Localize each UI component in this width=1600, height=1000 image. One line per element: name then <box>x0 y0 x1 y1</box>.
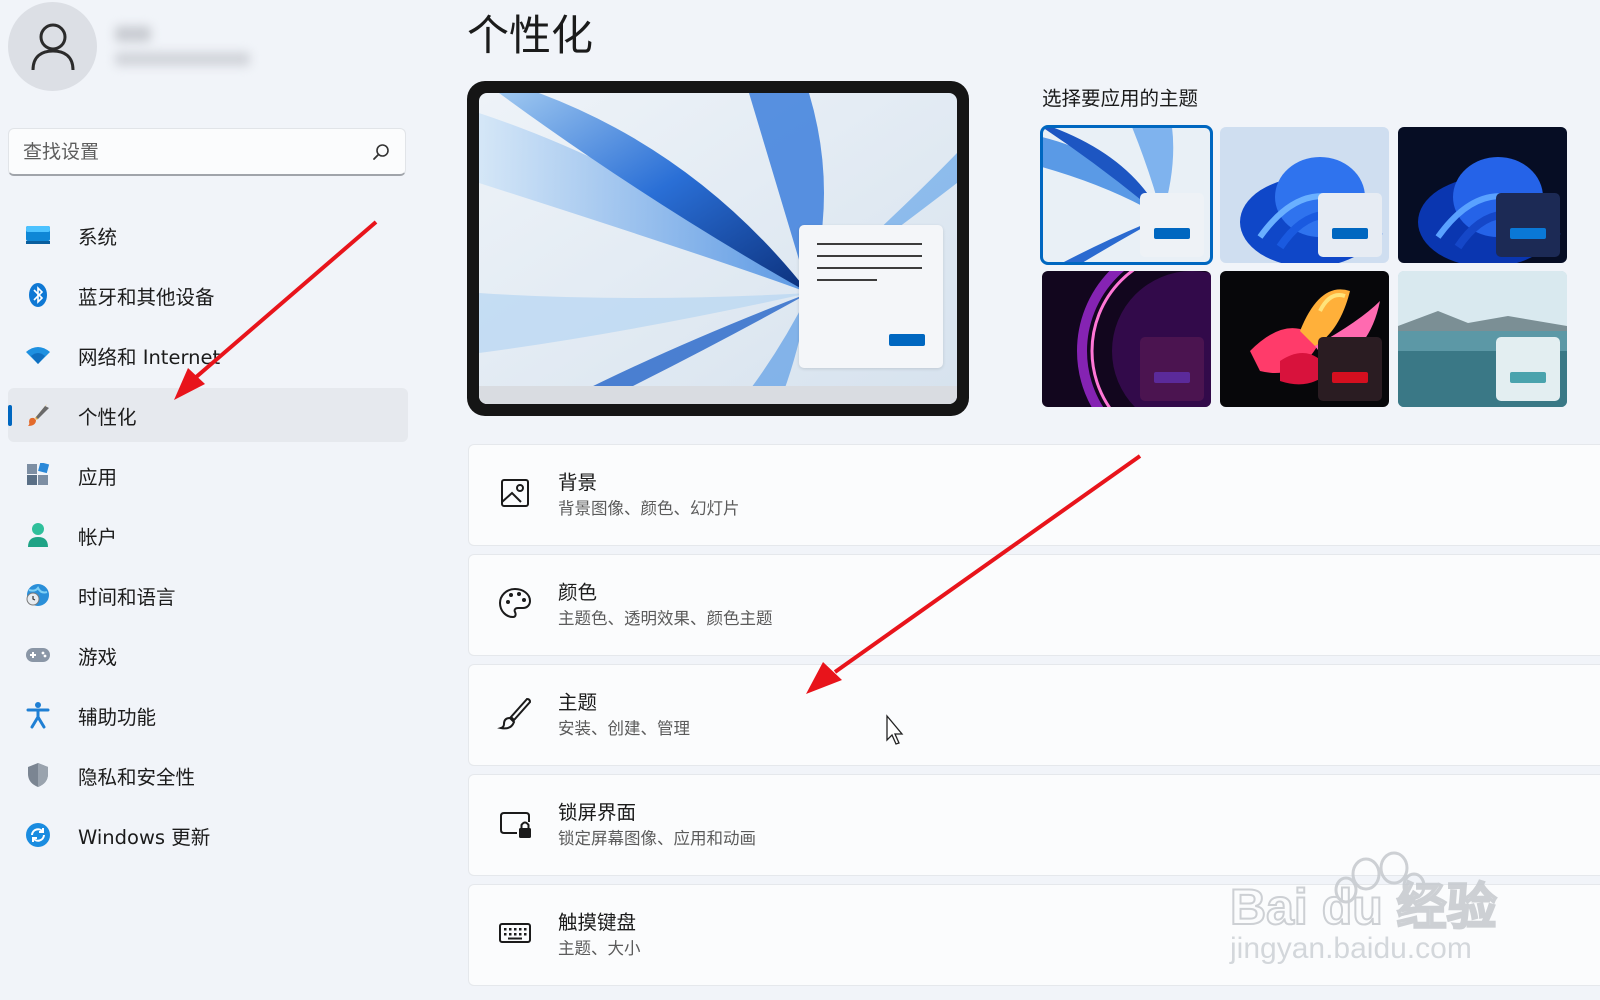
page-title: 个性化 <box>467 11 594 60</box>
sidebar-item-bluetooth[interactable]: 蓝牙和其他设备 <box>8 268 408 322</box>
brush-icon <box>24 401 52 429</box>
search-icon[interactable] <box>371 142 391 162</box>
sidebar-item-label: 时间和语言 <box>78 585 176 609</box>
card-background[interactable]: 背景 背景图像、颜色、幻灯片 <box>468 444 1600 546</box>
shield-icon <box>24 761 52 789</box>
sidebar-nav: 系统 蓝牙和其他设备 网络和 Internet 个性化 应用 帐户 时间和语言 … <box>8 208 408 868</box>
sidebar-item-accounts[interactable]: 帐户 <box>8 508 408 562</box>
update-icon <box>24 821 52 849</box>
preview-window <box>799 225 943 368</box>
bluetooth-icon <box>24 281 52 309</box>
sidebar-item-label: 游戏 <box>78 645 118 669</box>
sidebar-item-privacy[interactable]: 隐私和安全性 <box>8 748 408 802</box>
sidebar-item-personalization[interactable]: 个性化 <box>8 388 408 442</box>
card-title: 触摸键盘 <box>558 911 637 934</box>
theme-preview <box>467 81 969 416</box>
theme-tile-windows-light-bloom[interactable] <box>1220 127 1389 263</box>
card-title: 主题 <box>558 691 598 714</box>
sidebar-item-windows-update[interactable]: Windows 更新 <box>8 808 408 862</box>
sidebar-item-gaming[interactable]: 游戏 <box>8 628 408 682</box>
user-info-blurred <box>115 22 255 72</box>
avatar[interactable] <box>8 2 97 91</box>
sidebar-item-label: 网络和 Internet <box>78 345 221 369</box>
card-subtitle: 锁定屏幕图像、应用和动画 <box>558 829 756 848</box>
theme-tile-windows-dark-bloom[interactable] <box>1398 127 1567 263</box>
sidebar-item-time-language[interactable]: 时间和语言 <box>8 568 408 622</box>
theme-tile-captured-motion[interactable] <box>1220 271 1389 407</box>
card-subtitle: 主题色、透明效果、颜色主题 <box>558 609 773 628</box>
image-icon <box>501 479 529 507</box>
card-subtitle: 安装、创建、管理 <box>558 719 690 738</box>
accessibility-icon <box>24 701 52 729</box>
sidebar-item-label: 辅助功能 <box>78 705 157 729</box>
card-subtitle: 背景图像、颜色、幻灯片 <box>558 499 740 518</box>
account-icon <box>24 521 52 549</box>
card-title: 锁屏界面 <box>558 801 637 824</box>
card-title: 颜色 <box>558 581 598 604</box>
sidebar-item-network[interactable]: 网络和 Internet <box>8 328 408 382</box>
search-input[interactable] <box>23 140 371 163</box>
theme-tile-glow[interactable] <box>1042 271 1211 407</box>
sidebar-item-label: 帐户 <box>78 525 118 549</box>
keyboard-icon <box>499 923 531 943</box>
themes-label: 选择要应用的主题 <box>1042 87 1199 110</box>
user-icon <box>31 23 74 70</box>
sidebar-item-label: Windows 更新 <box>78 825 211 849</box>
system-icon <box>24 221 52 249</box>
sidebar-item-label: 蓝牙和其他设备 <box>78 285 215 309</box>
watermark-url: jingyan.baidu.com <box>1229 932 1472 965</box>
search-box[interactable] <box>8 128 406 176</box>
apps-icon <box>24 461 52 489</box>
theme-tile-windows-light-glow[interactable] <box>1040 125 1213 265</box>
time-language-icon <box>24 581 52 609</box>
gamepad-icon <box>24 641 52 669</box>
baidu-watermark: Bai du 经验 jingyan.baidu.com <box>1224 828 1514 968</box>
sidebar-item-accessibility[interactable]: 辅助功能 <box>8 688 408 742</box>
card-title: 背景 <box>558 471 598 494</box>
theme-tile-flow[interactable] <box>1398 271 1567 407</box>
sidebar-item-label: 隐私和安全性 <box>78 765 196 789</box>
sidebar-item-label: 系统 <box>78 225 118 249</box>
brush-icon <box>497 697 532 730</box>
wifi-icon <box>24 341 52 369</box>
watermark-brand: Bai du 经验 <box>1230 879 1497 935</box>
card-subtitle: 主题、大小 <box>558 939 641 958</box>
sidebar-item-apps[interactable]: 应用 <box>8 448 408 502</box>
desktop-preview <box>479 93 957 404</box>
preview-taskbar <box>479 386 957 404</box>
card-themes[interactable]: 主题 安装、创建、管理 <box>468 664 1600 766</box>
sidebar-item-label: 应用 <box>78 465 118 489</box>
lock-screen-icon <box>500 812 531 838</box>
sidebar-item-label: 个性化 <box>78 405 137 429</box>
sidebar-item-system[interactable]: 系统 <box>8 208 408 262</box>
sidebar: 系统 蓝牙和其他设备 网络和 Internet 个性化 应用 <box>0 0 420 1000</box>
card-colors[interactable]: 颜色 主题色、透明效果、颜色主题 <box>468 554 1600 656</box>
palette-icon <box>498 587 532 619</box>
